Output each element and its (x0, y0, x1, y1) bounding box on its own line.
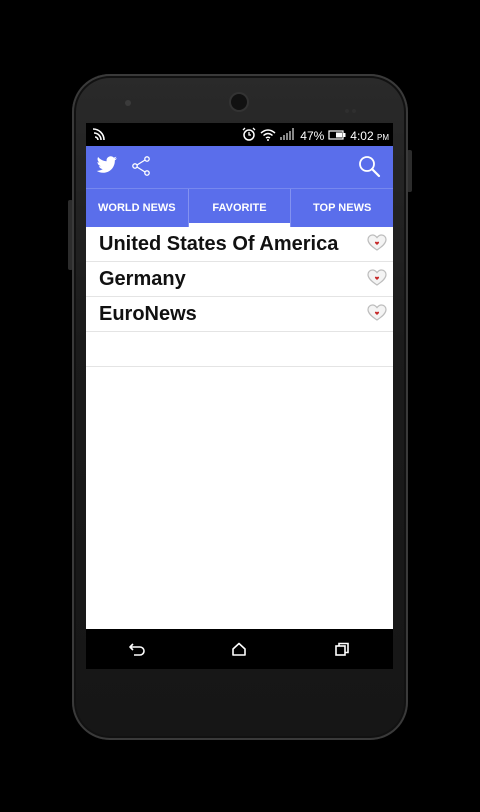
wifi-icon (260, 128, 276, 144)
heart-icon[interactable] (367, 304, 387, 327)
app-bar (86, 146, 393, 188)
front-speaker (125, 100, 131, 106)
cell-signal-icon (280, 128, 296, 143)
alarm-icon (242, 127, 256, 144)
tab-top-news[interactable]: TOP NEWS (291, 189, 393, 227)
tab-label: WORLD NEWS (98, 202, 176, 214)
list-item[interactable]: Germany (86, 262, 393, 297)
list-item-label: United States Of America (99, 232, 339, 255)
back-icon[interactable] (117, 634, 157, 664)
battery-percent: 47% (300, 128, 325, 143)
list-item[interactable]: EuroNews (86, 297, 393, 332)
clock: 4:02 PM (350, 128, 389, 143)
front-camera (231, 94, 247, 110)
wifi-signal-icon (92, 126, 108, 143)
list-item-label: EuroNews (99, 302, 197, 325)
tab-world-news[interactable]: WORLD NEWS (86, 189, 189, 227)
empty-row (86, 332, 393, 367)
tab-label: TOP NEWS (313, 202, 372, 214)
tab-bar: WORLD NEWS FAVORITE TOP NEWS (86, 188, 393, 227)
search-icon[interactable] (357, 154, 381, 183)
battery-icon (328, 129, 346, 143)
tab-label: FAVORITE (212, 202, 267, 214)
heart-icon[interactable] (367, 234, 387, 257)
twitter-icon[interactable] (96, 156, 118, 179)
favorites-list: United States Of America Germany EuroNew… (86, 227, 393, 367)
recents-icon[interactable] (322, 634, 362, 664)
home-icon[interactable] (219, 634, 259, 664)
nav-bar (86, 629, 393, 669)
proximity-sensor (345, 100, 361, 113)
share-icon[interactable] (130, 155, 152, 182)
heart-icon[interactable] (367, 269, 387, 292)
list-item-label: Germany (99, 267, 186, 290)
tab-favorite[interactable]: FAVORITE (188, 189, 292, 227)
phone-screen: 47% 4:02 PM WORLD NEWS FAVORITE TOP NEWS… (86, 123, 393, 669)
list-item[interactable]: United States Of America (86, 227, 393, 262)
status-bar: 47% 4:02 PM (86, 123, 393, 146)
